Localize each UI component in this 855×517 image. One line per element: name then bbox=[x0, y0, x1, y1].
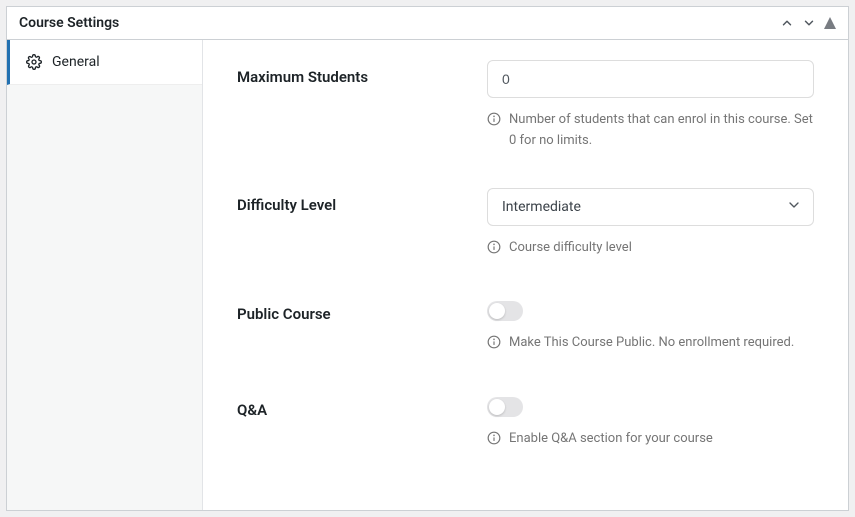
public-course-help-text: Make This Course Public. No enrollment r… bbox=[509, 333, 794, 354]
qa-toggle[interactable] bbox=[487, 397, 523, 417]
max-students-help: Number of students that can enrol in thi… bbox=[487, 110, 814, 152]
sidebar-item-general[interactable]: General bbox=[7, 40, 202, 85]
public-course-toggle[interactable] bbox=[487, 301, 523, 321]
difficulty-help-text: Course difficulty level bbox=[509, 238, 632, 259]
field-public-course: Public Course Make This Course Public. N… bbox=[237, 297, 814, 357]
toggle-knob bbox=[489, 303, 505, 319]
info-icon bbox=[487, 238, 501, 262]
difficulty-select-wrap: Intermediate bbox=[487, 188, 814, 226]
gear-icon bbox=[26, 54, 42, 70]
sidebar-item-label: General bbox=[52, 54, 100, 70]
qa-label: Q&A bbox=[237, 393, 487, 419]
panel-body: General Maximum Students Number of stude… bbox=[7, 40, 848, 510]
settings-sidebar: General bbox=[7, 40, 203, 510]
difficulty-label: Difficulty Level bbox=[237, 188, 487, 214]
difficulty-help: Course difficulty level bbox=[487, 238, 814, 262]
max-students-label: Maximum Students bbox=[237, 60, 487, 86]
field-difficulty: Difficulty Level Intermediate Course dif… bbox=[237, 188, 814, 262]
public-course-control: Make This Course Public. No enrollment r… bbox=[487, 297, 814, 357]
toggle-knob bbox=[489, 399, 505, 415]
difficulty-control: Intermediate Course difficulty level bbox=[487, 188, 814, 262]
collapse-triangle-icon[interactable] bbox=[824, 17, 836, 29]
field-qa: Q&A Enable Q&A section for your course bbox=[237, 393, 814, 453]
info-icon bbox=[487, 333, 501, 357]
public-course-label: Public Course bbox=[237, 297, 487, 323]
qa-help: Enable Q&A section for your course bbox=[487, 429, 814, 453]
course-settings-panel: Course Settings General bbox=[6, 6, 849, 511]
field-max-students: Maximum Students Number of students that… bbox=[237, 60, 814, 152]
qa-control: Enable Q&A section for your course bbox=[487, 393, 814, 453]
max-students-input[interactable] bbox=[487, 60, 814, 98]
public-course-help: Make This Course Public. No enrollment r… bbox=[487, 333, 814, 357]
max-students-help-text: Number of students that can enrol in thi… bbox=[509, 110, 814, 152]
max-students-control: Number of students that can enrol in thi… bbox=[487, 60, 814, 152]
info-icon bbox=[487, 429, 501, 453]
chevron-down-icon[interactable] bbox=[802, 16, 816, 30]
settings-content: Maximum Students Number of students that… bbox=[203, 40, 848, 510]
chevron-up-icon[interactable] bbox=[780, 16, 794, 30]
panel-title: Course Settings bbox=[19, 15, 119, 31]
difficulty-select[interactable]: Intermediate bbox=[487, 188, 814, 226]
panel-header: Course Settings bbox=[7, 7, 848, 40]
panel-controls bbox=[780, 16, 836, 30]
qa-help-text: Enable Q&A section for your course bbox=[509, 429, 713, 450]
info-icon bbox=[487, 110, 501, 134]
